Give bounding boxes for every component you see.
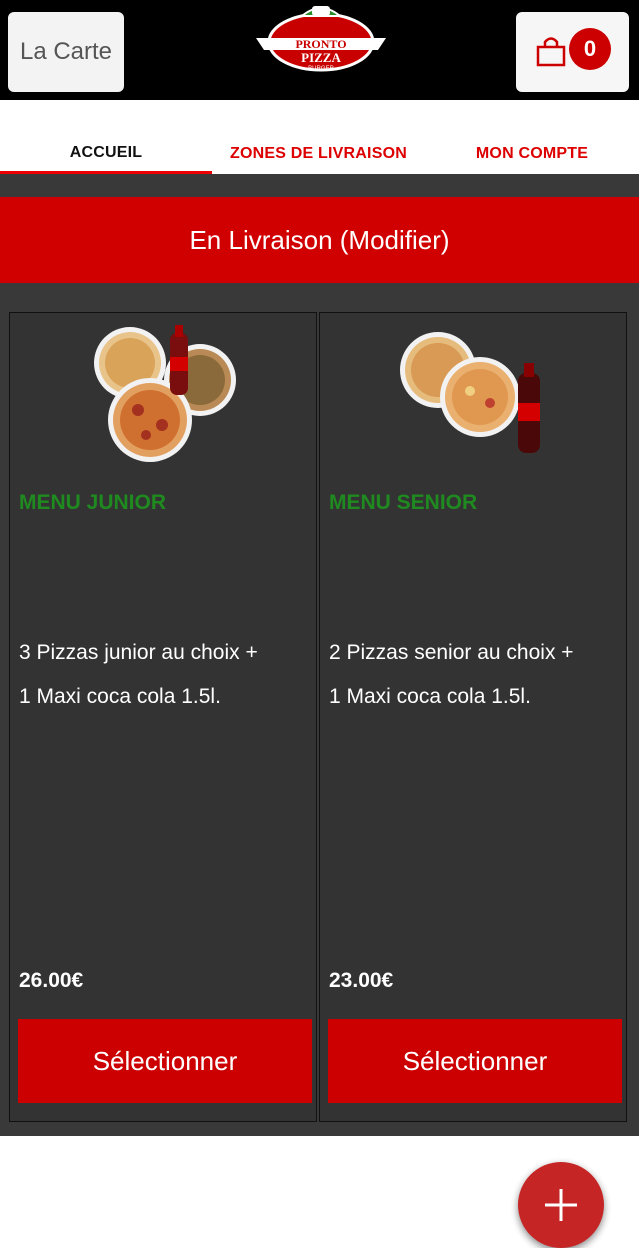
tab-accueil[interactable]: ACCUEIL <box>0 100 212 174</box>
la-carte-button[interactable]: La Carte <box>8 12 124 92</box>
menu-price: 26.00€ <box>19 969 84 992</box>
menu-card-senior[interactable]: MENU SENIOR 2 Pizzas senior au choix + 1… <box>319 312 627 1122</box>
pizza-menu-image <box>400 332 540 453</box>
svg-text:PIZZA: PIZZA <box>301 50 341 65</box>
select-button[interactable]: Sélectionner <box>18 1019 312 1103</box>
tab-mon-compte[interactable]: MON COMPTE <box>425 100 639 174</box>
menu-description: 3 Pizzas junior au choix + 1 Maxi coca c… <box>19 641 258 708</box>
pizza-menu-image <box>94 325 236 462</box>
main-content: En Livraison (Modifier) MENU JUNIOR 3 Pi… <box>0 174 639 1248</box>
menu-card-junior[interactable]: MENU JUNIOR 3 Pizzas junior au choix + 1… <box>9 312 317 1122</box>
pronto-pizza-logo[interactable]: PRONTO PIZZA BURGER <box>252 4 390 74</box>
delivery-mode-button[interactable]: En Livraison (Modifier) <box>0 197 639 283</box>
select-button[interactable]: Sélectionner <box>328 1019 622 1103</box>
svg-text:PRONTO: PRONTO <box>295 37 346 51</box>
shopping-bag-icon <box>536 37 566 67</box>
tab-zones-de-livraison[interactable]: ZONES DE LIVRAISON <box>212 100 425 174</box>
svg-text:BURGER: BURGER <box>308 66 334 72</box>
app-header: La Carte PRONTO PIZZA BURGER 0 <box>0 0 639 100</box>
menu-title: MENU SENIOR <box>329 491 478 514</box>
floating-add-button[interactable] <box>518 1162 604 1248</box>
tab-bar: ACCUEIL ZONES DE LIVRAISON MON COMPTE <box>0 100 639 175</box>
menu-description: 2 Pizzas senior au choix + 1 Maxi coca c… <box>329 641 574 708</box>
cart-button[interactable]: 0 <box>516 12 629 92</box>
menu-price: 23.00€ <box>329 969 394 992</box>
plus-icon <box>545 1189 577 1221</box>
menu-title: MENU JUNIOR <box>19 491 167 514</box>
cart-count-badge: 0 <box>569 28 611 70</box>
